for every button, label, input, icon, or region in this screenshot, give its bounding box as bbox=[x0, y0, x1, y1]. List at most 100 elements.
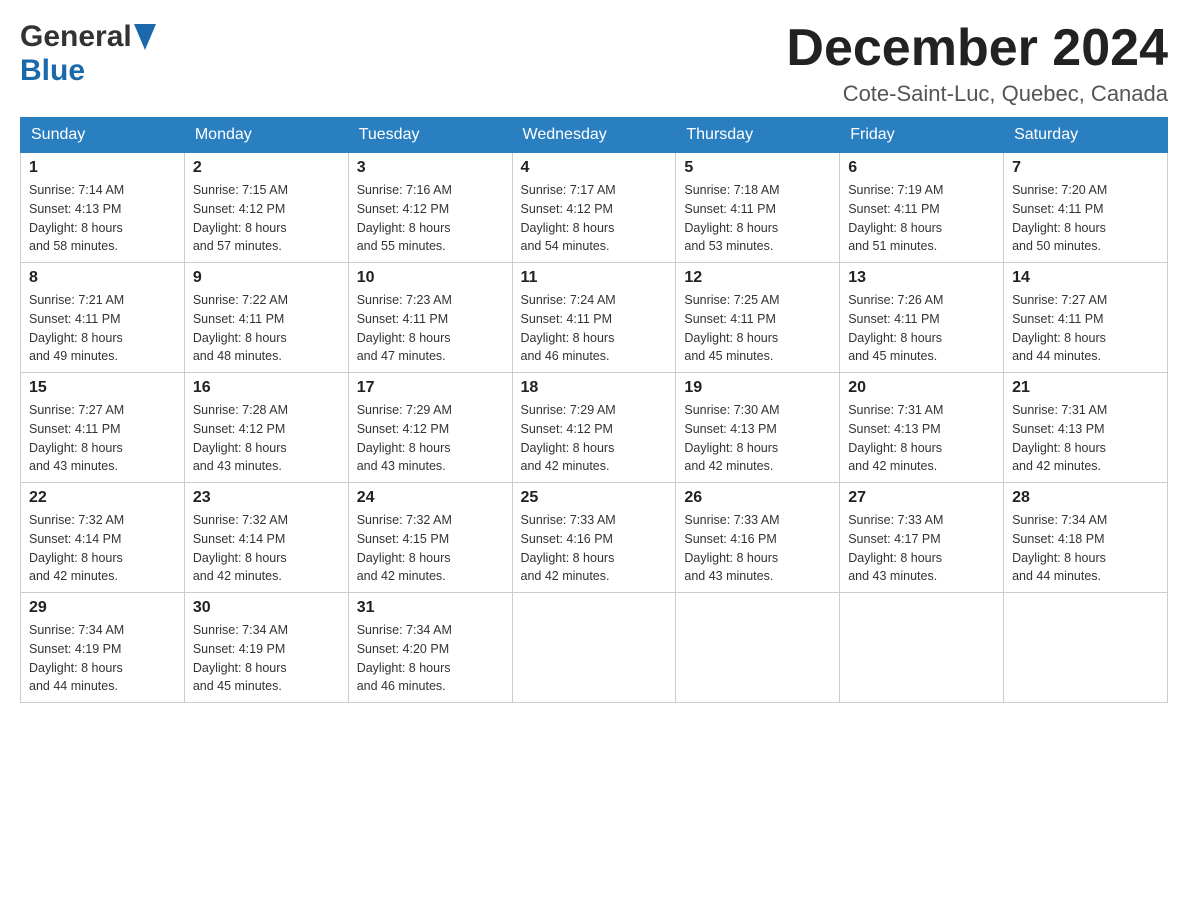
table-row: 20 Sunrise: 7:31 AM Sunset: 4:13 PM Dayl… bbox=[840, 373, 1004, 483]
day-number: 9 bbox=[193, 269, 340, 287]
day-info: Sunrise: 7:28 AM Sunset: 4:12 PM Dayligh… bbox=[193, 401, 340, 476]
table-row: 8 Sunrise: 7:21 AM Sunset: 4:11 PM Dayli… bbox=[21, 263, 185, 373]
table-row: 15 Sunrise: 7:27 AM Sunset: 4:11 PM Dayl… bbox=[21, 373, 185, 483]
day-info: Sunrise: 7:33 AM Sunset: 4:16 PM Dayligh… bbox=[521, 511, 668, 586]
day-info: Sunrise: 7:33 AM Sunset: 4:16 PM Dayligh… bbox=[684, 511, 831, 586]
day-info: Sunrise: 7:23 AM Sunset: 4:11 PM Dayligh… bbox=[357, 291, 504, 366]
day-number: 15 bbox=[29, 379, 176, 397]
table-row: 28 Sunrise: 7:34 AM Sunset: 4:18 PM Dayl… bbox=[1004, 483, 1168, 593]
table-row: 13 Sunrise: 7:26 AM Sunset: 4:11 PM Dayl… bbox=[840, 263, 1004, 373]
table-row: 16 Sunrise: 7:28 AM Sunset: 4:12 PM Dayl… bbox=[184, 373, 348, 483]
table-row: 17 Sunrise: 7:29 AM Sunset: 4:12 PM Dayl… bbox=[348, 373, 512, 483]
table-row bbox=[512, 593, 676, 703]
col-friday: Friday bbox=[840, 118, 1004, 153]
day-number: 29 bbox=[29, 599, 176, 617]
table-row: 5 Sunrise: 7:18 AM Sunset: 4:11 PM Dayli… bbox=[676, 153, 840, 263]
day-info: Sunrise: 7:34 AM Sunset: 4:18 PM Dayligh… bbox=[1012, 511, 1159, 586]
day-info: Sunrise: 7:20 AM Sunset: 4:11 PM Dayligh… bbox=[1012, 181, 1159, 256]
day-number: 3 bbox=[357, 159, 504, 177]
day-number: 12 bbox=[684, 269, 831, 287]
day-number: 19 bbox=[684, 379, 831, 397]
location-subtitle: Cote-Saint-Luc, Quebec, Canada bbox=[786, 81, 1168, 107]
day-info: Sunrise: 7:31 AM Sunset: 4:13 PM Dayligh… bbox=[1012, 401, 1159, 476]
table-row: 31 Sunrise: 7:34 AM Sunset: 4:20 PM Dayl… bbox=[348, 593, 512, 703]
day-number: 28 bbox=[1012, 489, 1159, 507]
day-info: Sunrise: 7:18 AM Sunset: 4:11 PM Dayligh… bbox=[684, 181, 831, 256]
day-info: Sunrise: 7:32 AM Sunset: 4:14 PM Dayligh… bbox=[29, 511, 176, 586]
table-row: 12 Sunrise: 7:25 AM Sunset: 4:11 PM Dayl… bbox=[676, 263, 840, 373]
day-number: 1 bbox=[29, 159, 176, 177]
col-tuesday: Tuesday bbox=[348, 118, 512, 153]
day-number: 25 bbox=[521, 489, 668, 507]
logo-blue-text: Blue bbox=[20, 54, 85, 87]
day-number: 22 bbox=[29, 489, 176, 507]
table-row: 3 Sunrise: 7:16 AM Sunset: 4:12 PM Dayli… bbox=[348, 153, 512, 263]
table-row: 24 Sunrise: 7:32 AM Sunset: 4:15 PM Dayl… bbox=[348, 483, 512, 593]
day-number: 27 bbox=[848, 489, 995, 507]
day-number: 21 bbox=[1012, 379, 1159, 397]
day-number: 6 bbox=[848, 159, 995, 177]
day-info: Sunrise: 7:15 AM Sunset: 4:12 PM Dayligh… bbox=[193, 181, 340, 256]
day-number: 7 bbox=[1012, 159, 1159, 177]
day-info: Sunrise: 7:33 AM Sunset: 4:17 PM Dayligh… bbox=[848, 511, 995, 586]
table-row: 4 Sunrise: 7:17 AM Sunset: 4:12 PM Dayli… bbox=[512, 153, 676, 263]
day-number: 8 bbox=[29, 269, 176, 287]
day-info: Sunrise: 7:14 AM Sunset: 4:13 PM Dayligh… bbox=[29, 181, 176, 256]
table-row bbox=[1004, 593, 1168, 703]
day-number: 4 bbox=[521, 159, 668, 177]
day-number: 17 bbox=[357, 379, 504, 397]
day-number: 31 bbox=[357, 599, 504, 617]
table-row: 26 Sunrise: 7:33 AM Sunset: 4:16 PM Dayl… bbox=[676, 483, 840, 593]
col-wednesday: Wednesday bbox=[512, 118, 676, 153]
day-info: Sunrise: 7:32 AM Sunset: 4:15 PM Dayligh… bbox=[357, 511, 504, 586]
day-info: Sunrise: 7:34 AM Sunset: 4:19 PM Dayligh… bbox=[193, 621, 340, 696]
day-number: 16 bbox=[193, 379, 340, 397]
table-row: 30 Sunrise: 7:34 AM Sunset: 4:19 PM Dayl… bbox=[184, 593, 348, 703]
table-row: 9 Sunrise: 7:22 AM Sunset: 4:11 PM Dayli… bbox=[184, 263, 348, 373]
col-sunday: Sunday bbox=[21, 118, 185, 153]
table-row: 1 Sunrise: 7:14 AM Sunset: 4:13 PM Dayli… bbox=[21, 153, 185, 263]
day-number: 2 bbox=[193, 159, 340, 177]
day-info: Sunrise: 7:19 AM Sunset: 4:11 PM Dayligh… bbox=[848, 181, 995, 256]
calendar-week-row: 29 Sunrise: 7:34 AM Sunset: 4:19 PM Dayl… bbox=[21, 593, 1168, 703]
day-info: Sunrise: 7:25 AM Sunset: 4:11 PM Dayligh… bbox=[684, 291, 831, 366]
day-info: Sunrise: 7:29 AM Sunset: 4:12 PM Dayligh… bbox=[521, 401, 668, 476]
day-number: 20 bbox=[848, 379, 995, 397]
table-row: 27 Sunrise: 7:33 AM Sunset: 4:17 PM Dayl… bbox=[840, 483, 1004, 593]
table-row: 25 Sunrise: 7:33 AM Sunset: 4:16 PM Dayl… bbox=[512, 483, 676, 593]
day-info: Sunrise: 7:22 AM Sunset: 4:11 PM Dayligh… bbox=[193, 291, 340, 366]
day-info: Sunrise: 7:16 AM Sunset: 4:12 PM Dayligh… bbox=[357, 181, 504, 256]
table-row bbox=[676, 593, 840, 703]
day-number: 24 bbox=[357, 489, 504, 507]
day-info: Sunrise: 7:26 AM Sunset: 4:11 PM Dayligh… bbox=[848, 291, 995, 366]
day-number: 30 bbox=[193, 599, 340, 617]
day-number: 26 bbox=[684, 489, 831, 507]
col-saturday: Saturday bbox=[1004, 118, 1168, 153]
table-row: 7 Sunrise: 7:20 AM Sunset: 4:11 PM Dayli… bbox=[1004, 153, 1168, 263]
month-title: December 2024 bbox=[786, 20, 1168, 77]
day-info: Sunrise: 7:17 AM Sunset: 4:12 PM Dayligh… bbox=[521, 181, 668, 256]
day-info: Sunrise: 7:34 AM Sunset: 4:20 PM Dayligh… bbox=[357, 621, 504, 696]
calendar-header-row: Sunday Monday Tuesday Wednesday Thursday… bbox=[21, 118, 1168, 153]
day-info: Sunrise: 7:31 AM Sunset: 4:13 PM Dayligh… bbox=[848, 401, 995, 476]
table-row: 22 Sunrise: 7:32 AM Sunset: 4:14 PM Dayl… bbox=[21, 483, 185, 593]
table-row: 6 Sunrise: 7:19 AM Sunset: 4:11 PM Dayli… bbox=[840, 153, 1004, 263]
page-header: General Blue December 2024 Cote-Saint-Lu… bbox=[20, 20, 1168, 107]
day-info: Sunrise: 7:30 AM Sunset: 4:13 PM Dayligh… bbox=[684, 401, 831, 476]
day-number: 14 bbox=[1012, 269, 1159, 287]
table-row: 21 Sunrise: 7:31 AM Sunset: 4:13 PM Dayl… bbox=[1004, 373, 1168, 483]
day-info: Sunrise: 7:27 AM Sunset: 4:11 PM Dayligh… bbox=[1012, 291, 1159, 366]
day-number: 18 bbox=[521, 379, 668, 397]
table-row: 14 Sunrise: 7:27 AM Sunset: 4:11 PM Dayl… bbox=[1004, 263, 1168, 373]
logo: General Blue bbox=[20, 20, 158, 88]
calendar-table: Sunday Monday Tuesday Wednesday Thursday… bbox=[20, 117, 1168, 703]
table-row: 29 Sunrise: 7:34 AM Sunset: 4:19 PM Dayl… bbox=[21, 593, 185, 703]
col-thursday: Thursday bbox=[676, 118, 840, 153]
calendar-week-row: 8 Sunrise: 7:21 AM Sunset: 4:11 PM Dayli… bbox=[21, 263, 1168, 373]
table-row: 23 Sunrise: 7:32 AM Sunset: 4:14 PM Dayl… bbox=[184, 483, 348, 593]
logo-general-text: General bbox=[20, 20, 132, 54]
title-area: December 2024 Cote-Saint-Luc, Quebec, Ca… bbox=[786, 20, 1168, 107]
table-row: 10 Sunrise: 7:23 AM Sunset: 4:11 PM Dayl… bbox=[348, 263, 512, 373]
logo-arrow-icon bbox=[134, 24, 156, 50]
day-number: 11 bbox=[521, 269, 668, 287]
